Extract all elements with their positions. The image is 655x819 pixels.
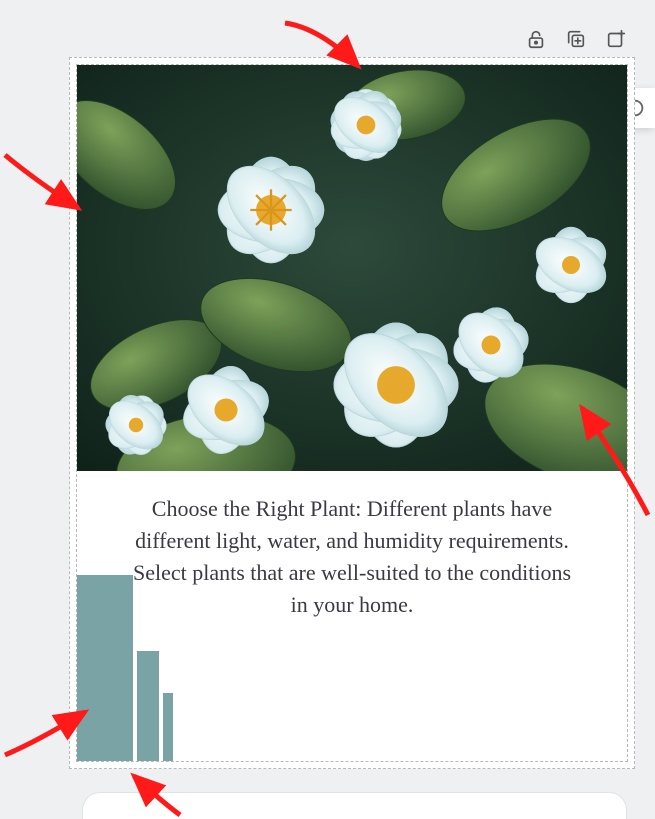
bar-3 xyxy=(163,693,173,761)
add-panel-icon[interactable] xyxy=(605,28,627,50)
copy-plus-icon[interactable] xyxy=(565,28,587,50)
selected-card[interactable]: Choose the Right Plant: Different plants… xyxy=(69,57,635,769)
editor-toolbar xyxy=(525,28,627,50)
chat-input[interactable] xyxy=(82,792,627,819)
card-inner-border: Choose the Right Plant: Different plants… xyxy=(76,64,628,762)
decorative-bar-chart xyxy=(77,575,173,761)
card-image xyxy=(77,65,627,471)
bar-1 xyxy=(77,575,133,761)
unlock-icon[interactable] xyxy=(525,28,547,50)
bar-2 xyxy=(137,651,159,761)
